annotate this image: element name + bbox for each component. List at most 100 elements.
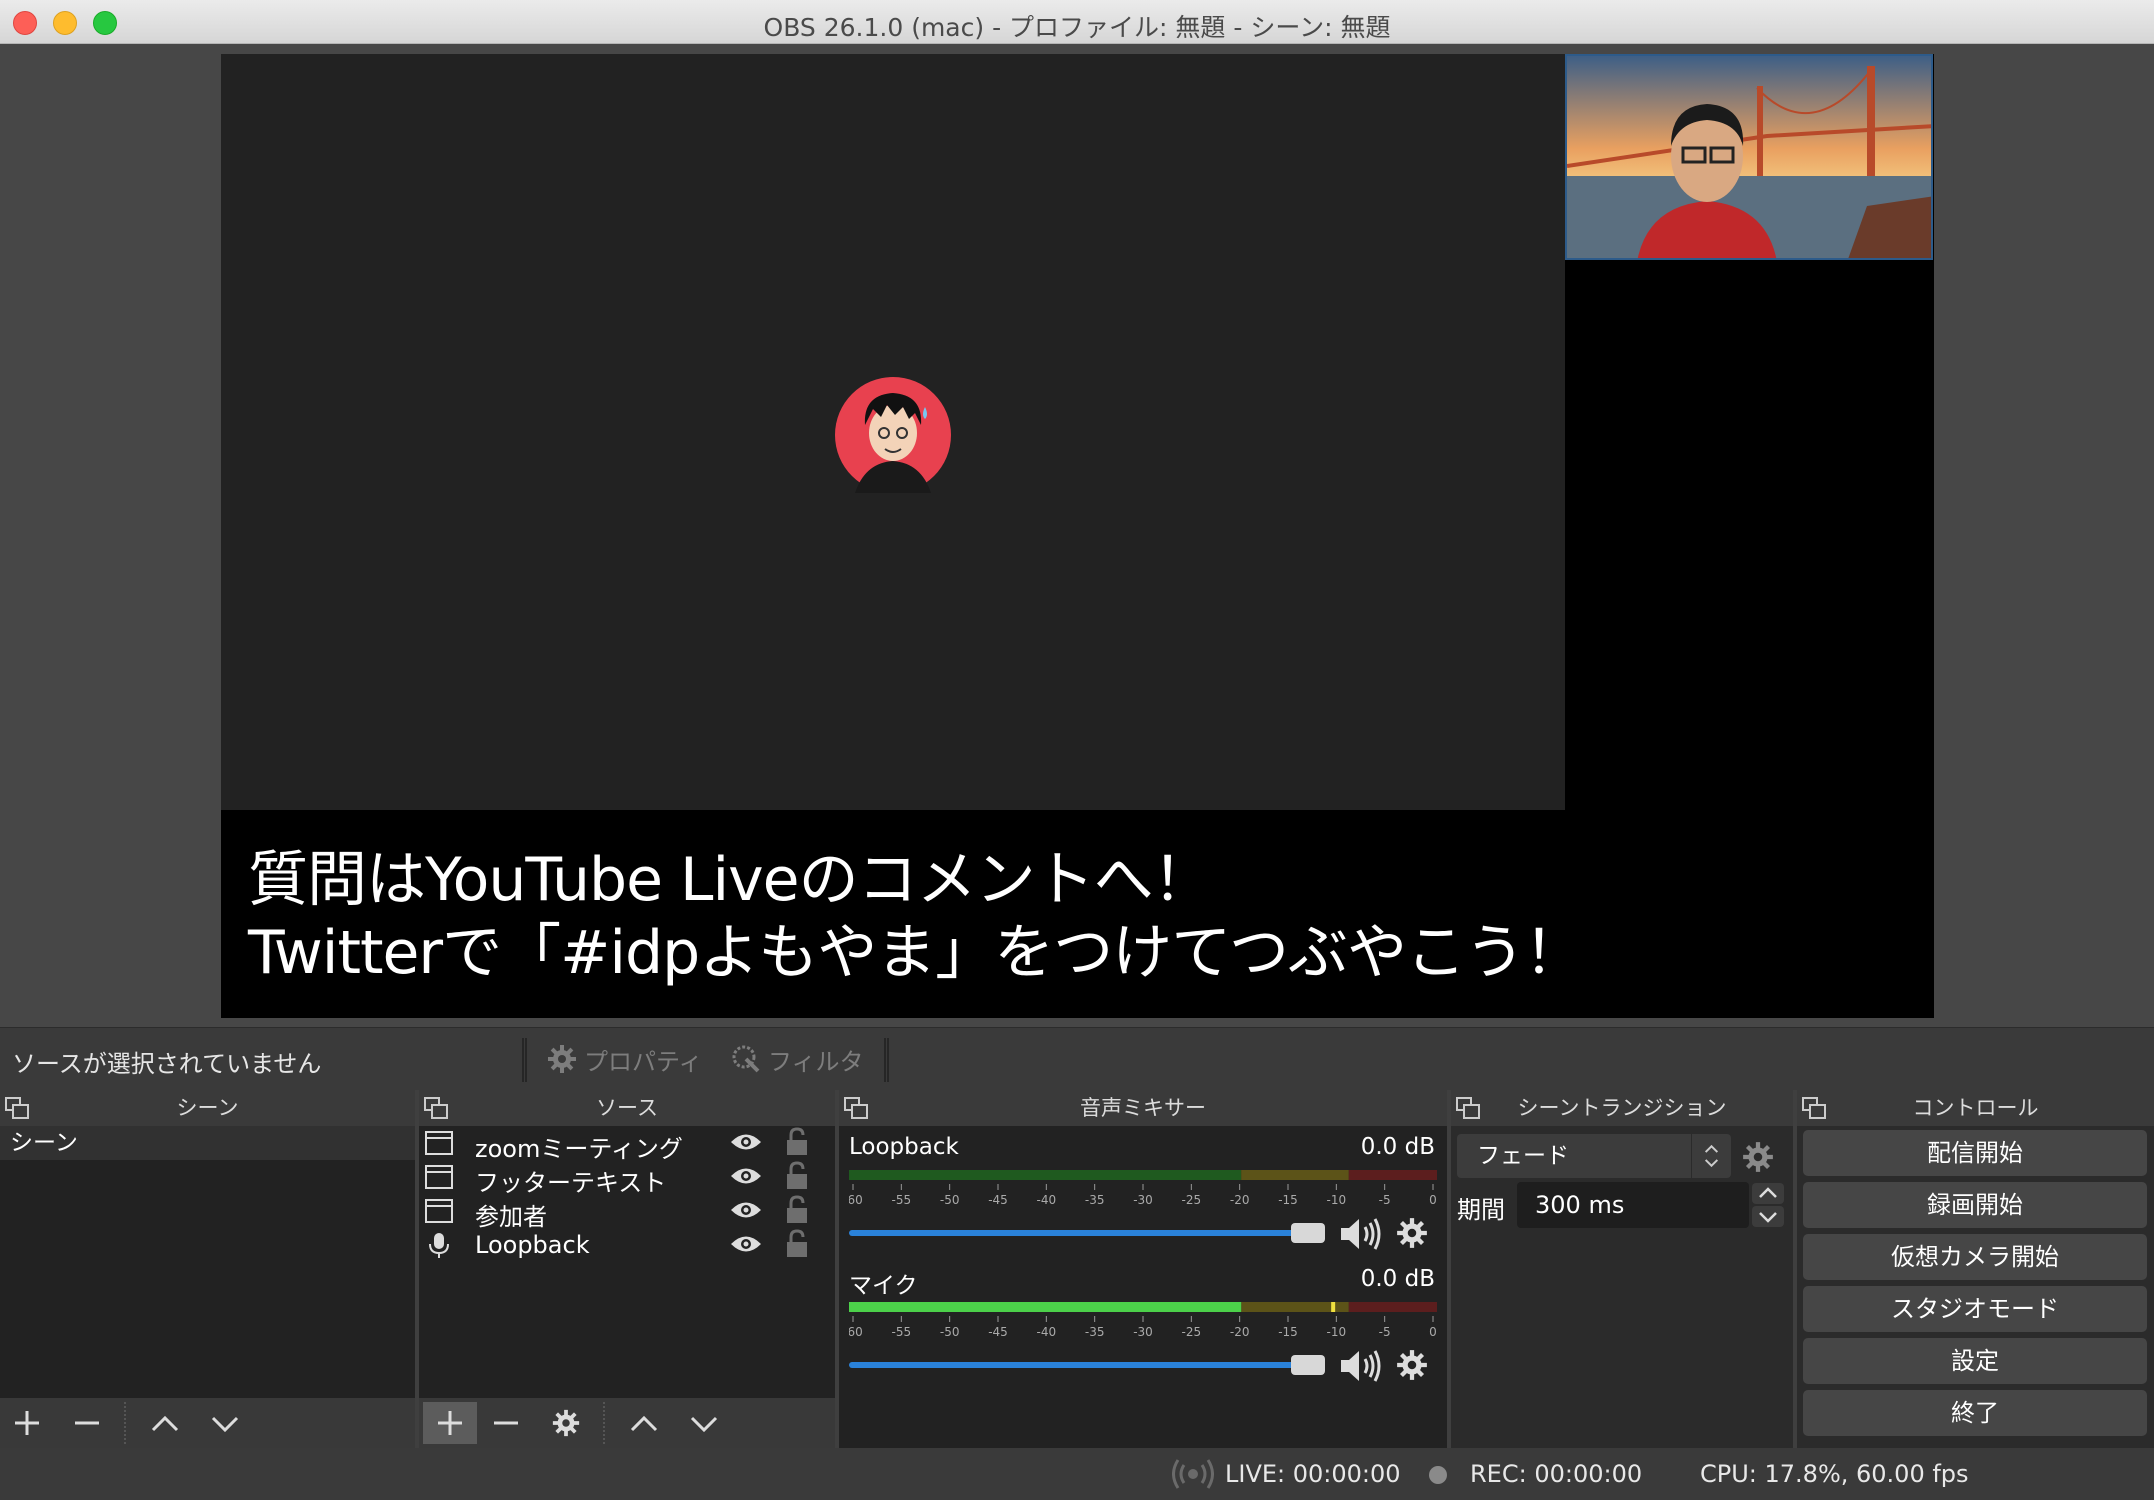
scene-transitions-body: フェード 期間 300 ms [1451,1126,1793,1448]
footer-text-source[interactable]: 質問はYouTube Liveのコメントへ！ Twitterで「#idpよもやま… [248,844,1928,990]
volume-slider[interactable] [849,1362,1309,1368]
preview-canvas[interactable]: 質問はYouTube Liveのコメントへ！ Twitterで「#idpよもやま… [221,54,1934,1018]
audio-mixer-dock: 音声ミキサー Loopback 0.0 dB -60-55-50-45-40-3… [839,1090,1447,1448]
float-dock-icon[interactable] [4,1096,30,1120]
plus-icon [438,1411,462,1435]
visibility-eye-icon[interactable] [730,1131,762,1153]
source-item[interactable]: フッターテキスト [419,1160,835,1197]
duration-stepper-icon[interactable] [1751,1182,1785,1228]
transition-select[interactable]: フェード [1457,1134,1731,1178]
meter-scale: -60-55-50-45-40-35-30-25-20-15-10-50 [849,1184,1437,1206]
remove-source-button[interactable] [479,1402,533,1444]
updown-arrows-icon[interactable] [1691,1134,1731,1178]
scale-label: -30 [1133,1193,1153,1206]
broadcast-icon [1172,1459,1214,1489]
scale-label: -60 [849,1325,863,1338]
meter-peak [1331,1302,1336,1312]
settings-button[interactable]: 設定 [1803,1338,2147,1384]
source-properties-button[interactable] [539,1402,593,1444]
visibility-eye-icon[interactable] [730,1165,762,1187]
sources-footer [419,1398,835,1448]
source-item[interactable]: 参加者 [419,1194,835,1231]
scale-label: -35 [1085,1325,1105,1338]
unlocked-lock-icon[interactable] [785,1229,809,1259]
start-recording-button[interactable]: 録画開始 [1803,1182,2147,1228]
channel-name: Loopback [849,1134,959,1160]
plus-icon [15,1411,39,1435]
unlocked-lock-icon[interactable] [785,1195,809,1225]
start-virtual-camera-button[interactable]: 仮想カメラ開始 [1803,1234,2147,1280]
float-dock-icon[interactable] [1801,1096,1827,1120]
studio-mode-button[interactable]: スタジオモード [1803,1286,2147,1332]
gear-icon[interactable] [1395,1216,1429,1250]
meter-zone [1348,1302,1437,1312]
meter-zone [1241,1170,1349,1180]
filters-button[interactable]: フィルタ [730,1040,864,1078]
speaker-volume-icon[interactable] [1339,1348,1383,1384]
start-streaming-button[interactable]: 配信開始 [1803,1130,2147,1176]
move-source-up-button[interactable] [617,1402,671,1444]
gear-icon [552,1409,580,1437]
scenes-dock-header: シーン [0,1090,415,1126]
source-name: 参加者 [475,1203,547,1231]
scale-label: -45 [988,1193,1008,1206]
minus-icon [75,1421,99,1425]
volume-slider-handle[interactable] [1291,1223,1325,1243]
rec-timer: REC: 00:00:00 [1470,1460,1643,1488]
source-item[interactable]: zoomミーティング [419,1126,835,1163]
window-capture-icon [425,1199,453,1223]
sources-dock-header: ソース [419,1090,835,1126]
properties-button[interactable]: プロパティ [546,1040,703,1078]
volume-slider[interactable] [849,1230,1309,1236]
mixer-channel: Loopback 0.0 dB -60-55-50-45-40-35-30-25… [839,1134,1447,1264]
zoom-meeting-source[interactable] [221,54,1565,810]
add-scene-button[interactable] [0,1402,54,1444]
speaker-volume-icon[interactable] [1339,1216,1383,1252]
scale-label: -50 [940,1193,960,1206]
scale-label: -10 [1327,1193,1347,1206]
participant-avatar-icon [835,377,951,493]
filters-label: フィルタ [768,1047,864,1076]
controls-body: 配信開始 録画開始 仮想カメラ開始 スタジオモード 設定 終了 [1797,1126,2154,1448]
scale-label: -20 [1230,1193,1250,1206]
footer-separator [603,1402,605,1444]
duration-input[interactable]: 300 ms [1517,1182,1749,1228]
source-name: Loopback [475,1231,590,1259]
scale-label: -40 [1037,1325,1057,1338]
visibility-eye-icon[interactable] [730,1199,762,1221]
channel-db: 0.0 dB [1360,1134,1435,1160]
gear-icon[interactable] [1741,1140,1775,1174]
float-dock-icon[interactable] [423,1096,449,1120]
window-title: OBS 26.1.0 (mac) - プロファイル: 無題 - シーン: 無題 [763,13,1391,42]
float-dock-icon[interactable] [843,1096,869,1120]
source-item[interactable]: Loopback [419,1228,835,1262]
scene-item[interactable]: シーン [0,1126,415,1160]
meter-zone [1348,1170,1437,1180]
properties-label: プロパティ [584,1047,703,1076]
filter-icon [732,1045,760,1073]
visibility-eye-icon[interactable] [730,1233,762,1255]
unlocked-lock-icon[interactable] [785,1127,809,1157]
volume-slider-handle[interactable] [1291,1355,1325,1375]
add-source-button[interactable] [423,1402,477,1444]
source-name: フッターテキスト [475,1169,667,1197]
chevron-up-icon [630,1415,658,1432]
scale-label: -5 [1379,1325,1391,1338]
window-capture-icon [425,1165,453,1189]
scene-list[interactable]: シーン [0,1126,415,1442]
scenes-dock: シーン シーン [0,1090,415,1448]
scale-label: 0 [1429,1193,1437,1206]
move-source-down-button[interactable] [677,1402,731,1444]
source-list[interactable]: zoomミーティング フッターテキスト 参加者 Loopback [419,1126,835,1434]
gear-icon[interactable] [1395,1348,1429,1382]
exit-button[interactable]: 終了 [1803,1390,2147,1436]
sources-dock-title: ソース [596,1096,658,1120]
scenes-dock-body: シーン [0,1126,415,1448]
webcam-source[interactable] [1565,54,1933,260]
move-scene-up-button[interactable] [138,1402,192,1444]
chevron-down-icon [690,1416,718,1433]
float-dock-icon[interactable] [1455,1096,1481,1120]
remove-scene-button[interactable] [60,1402,114,1444]
unlocked-lock-icon[interactable] [785,1161,809,1191]
move-scene-down-button[interactable] [198,1402,252,1444]
